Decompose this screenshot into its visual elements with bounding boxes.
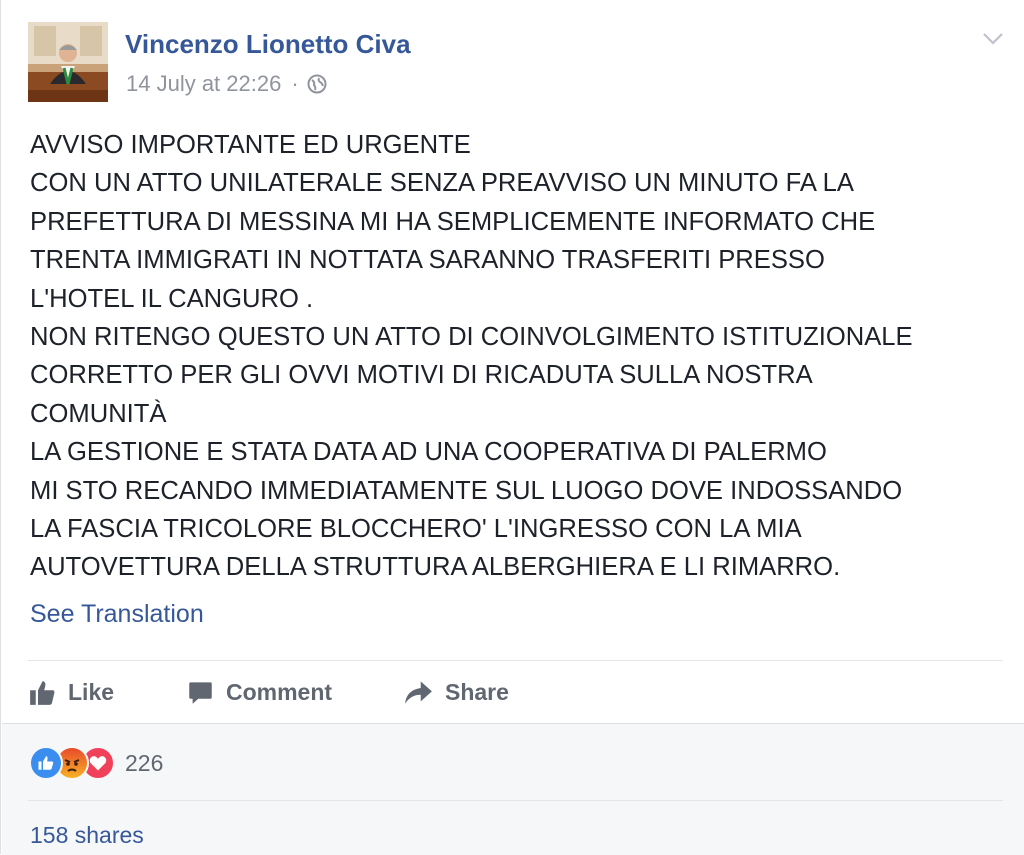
comment-label: Comment — [226, 678, 333, 705]
post-text-line: PREFETTURA DI MESSINA MI HA SEMPLICEMENT… — [30, 207, 876, 236]
post-text-line: MI STO RECANDO IMMEDIATAMENTE SUL LUOGO … — [30, 476, 903, 505]
post-text-line: LA GESTIONE E STATA DATA AD UNA COOPERAT… — [30, 438, 827, 467]
like-button[interactable]: Like — [29, 676, 114, 708]
comment-button[interactable]: Comment — [187, 676, 332, 708]
like-label: Like — [68, 678, 115, 705]
share-label: Share — [445, 678, 509, 705]
thumbs-up-icon — [29, 679, 68, 706]
share-button[interactable]: Share — [404, 676, 509, 708]
post-text-line: COMUNITÀ — [30, 399, 167, 428]
reactions-summary[interactable]: 226 — [29, 746, 163, 780]
post-text-line: TRENTA IMMIGRATI IN NOTTATA SARANNO TRAS… — [30, 246, 825, 275]
post-text-line: L'HOTEL IL CANGURO . — [30, 284, 314, 313]
see-translation-link[interactable]: See Translation — [30, 600, 204, 629]
divider — [28, 800, 1003, 801]
post-text-line: AUTOVETTURA DELLA STRUTTURA ALBERGHIERA … — [30, 553, 841, 582]
post-text-line: AVVISO IMPORTANTE ED URGENTE — [30, 131, 471, 159]
post-timestamp[interactable]: 14 July at 22:26 — [126, 71, 281, 97]
reaction-count: 226 — [125, 749, 164, 776]
post-meta: 14 July at 22:26 · — [126, 71, 327, 97]
comment-icon — [187, 679, 226, 706]
post-text-line: CORRETTO PER GLI OVVI MOTIVI DI RICADUTA… — [30, 361, 813, 390]
divider — [28, 660, 1003, 661]
globe-icon[interactable] — [307, 74, 327, 94]
share-arrow-icon — [404, 679, 445, 706]
avatar[interactable] — [28, 22, 108, 102]
post-text-line: CON UN ATTO UNILATERALE SENZA PREAVVISO … — [30, 169, 854, 198]
post-footer — [2, 723, 1024, 855]
post-text-line: NON RITENGO QUESTO UN ATTO DI COINVOLGIM… — [30, 323, 913, 352]
post-card: Vincenzo Lionetto Civa 14 July at 22:26 … — [0, 0, 1024, 855]
meta-separator: · — [291, 71, 299, 96]
chevron-down-icon[interactable] — [981, 30, 1005, 48]
post-text-line: LA FASCIA TRICOLORE BLOCCHERO' L'INGRESS… — [30, 515, 802, 544]
post-message: AVVISO IMPORTANTE ED URGENTE CON UN ATTO… — [30, 126, 1020, 587]
shares-count-link[interactable]: 158 shares — [30, 822, 144, 849]
like-reaction-icon — [29, 746, 63, 780]
post-author-link[interactable]: Vincenzo Lionetto Civa — [125, 29, 411, 60]
